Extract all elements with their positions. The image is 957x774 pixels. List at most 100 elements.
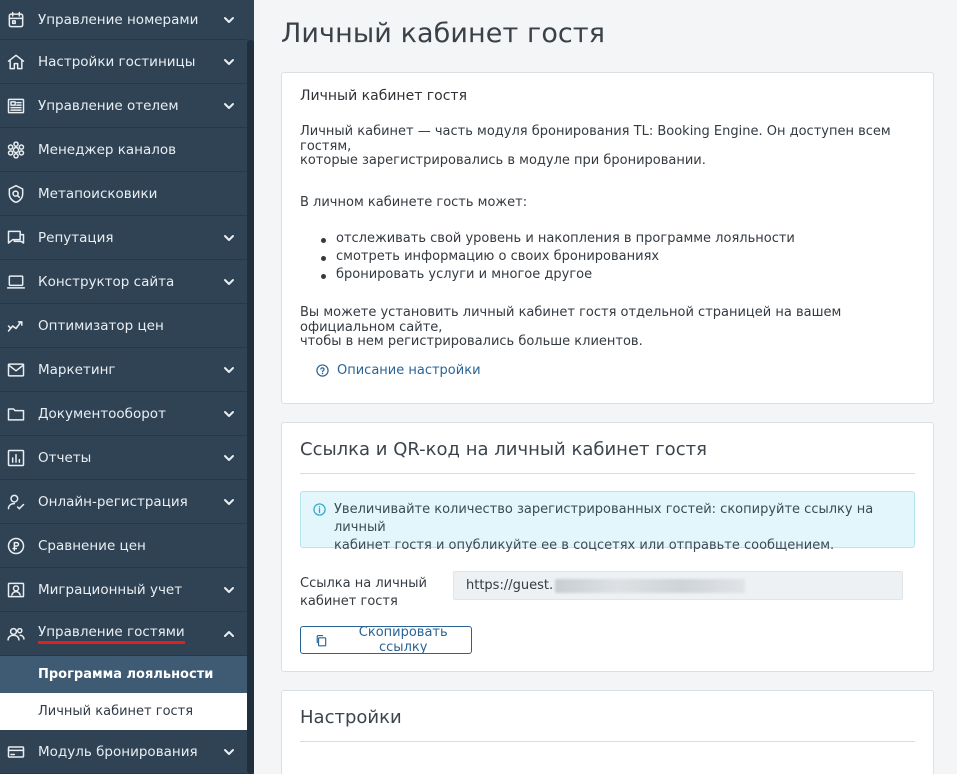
copy-link-button-label: Скопировать ссылку (358, 625, 448, 655)
sidebar-item-price-optimizer[interactable]: Оптимизатор цен (0, 304, 247, 348)
info-alert: Увеличивайте количество зарегистрированн… (300, 491, 915, 553)
sidebar-item-booking-module[interactable]: Модуль бронирования (0, 730, 247, 774)
chevron-down-icon (223, 364, 235, 376)
chevron-down-icon (223, 276, 235, 288)
chevron-up-icon (223, 628, 235, 640)
sidebar-scrollbar[interactable] (247, 40, 254, 774)
sidebar-item-hotel-settings[interactable]: Настройки гостиницы (0, 40, 247, 84)
page-title: Личный кабинет гостя (281, 18, 606, 49)
link-qr-card-title: Ссылка и QR-код на личный кабинет гостя (300, 439, 707, 460)
sidebar-item-guest-management[interactable]: Управление гостями (0, 612, 247, 656)
sidebar-item-marketing[interactable]: Маркетинг (0, 348, 247, 392)
bar-chart-icon (5, 447, 27, 469)
user-check-icon (5, 491, 27, 513)
sidebar-item-metasearch[interactable]: Метапоисковики (0, 172, 247, 216)
sidebar-item-label: Менеджер каналов (38, 141, 177, 158)
info-circle-icon (313, 503, 326, 516)
chevron-down-icon (223, 496, 235, 508)
sidebar-item-hotel-management[interactable]: Управление отелем (0, 84, 247, 128)
question-circle-icon (316, 364, 329, 377)
info-alert-line-1: Увеличивайте количество зарегистрированн… (334, 502, 874, 535)
sidebar-item-documents[interactable]: Документооборот (0, 392, 247, 436)
setup-description-link-label: Описание настройки (337, 363, 481, 378)
chevron-down-icon (223, 232, 235, 244)
divider (300, 741, 915, 742)
intro-paragraph-3-line-1: Вы можете установить личный кабинет гост… (300, 305, 842, 335)
intro-card: Личный кабинет гостя Личный кабинет — ча… (281, 72, 934, 404)
chevron-down-icon (223, 746, 235, 758)
trend-icon (5, 315, 27, 337)
sidebar-item-rooms[interactable]: Управление номерами (0, 0, 247, 40)
info-alert-text: Увеличивайте количество зарегистрированн… (334, 501, 904, 555)
home-icon (5, 51, 27, 73)
search-shield-icon (5, 183, 27, 205)
chevron-down-icon (223, 584, 235, 596)
sidebar-item-label: Документооборот (38, 405, 166, 422)
sidebar-item-migration[interactable]: Миграционный учет (0, 568, 247, 612)
price-compare-icon (5, 535, 27, 557)
sidebar-item-label: Оптимизатор цен (38, 317, 164, 334)
intro-paragraph-2: В личном кабинете гость может: (300, 195, 528, 210)
sidebar-item-label: Управление номерами (38, 11, 199, 28)
mail-icon (5, 359, 27, 381)
divider (300, 473, 915, 474)
sidebar-subitem-guest-cabinet[interactable]: Личный кабинет гостя (0, 693, 247, 730)
setup-description-link[interactable]: Описание настройки (316, 363, 481, 378)
laptop-icon (5, 271, 27, 293)
intro-card-title: Личный кабинет гостя (300, 88, 467, 104)
sidebar-item-reputation[interactable]: Репутация (0, 216, 247, 260)
chevron-down-icon (223, 452, 235, 464)
sidebar: Управление номерами Настройки гостиницы … (0, 0, 254, 774)
features-list: отслеживать свой уровень и накопления в … (321, 231, 795, 285)
info-alert-line-2: кабинет гостя и опубликуйте ее в соцсетя… (334, 538, 835, 553)
settings-card: Настройки (281, 690, 934, 774)
intro-paragraph-3-line-2: чтобы в нем регистрировались больше клие… (300, 334, 643, 349)
sidebar-item-label: Настройки гостиницы (38, 53, 196, 70)
sidebar-item-label: Репутация (38, 229, 114, 246)
sidebar-item-label: Миграционный учет (38, 581, 183, 598)
sidebar-item-label: Управление гостями (38, 624, 185, 644)
sidebar-item-site-builder[interactable]: Конструктор сайта (0, 260, 247, 304)
sidebar-item-price-compare[interactable]: Сравнение цен (0, 524, 247, 568)
guest-link-value: https://guest. (466, 578, 554, 593)
guest-link-label: Ссылка на личный кабинет гостя (300, 575, 440, 611)
users-icon (5, 623, 27, 645)
sidebar-item-label: Модуль бронирования (38, 743, 198, 760)
card-icon (5, 741, 27, 763)
calendar-icon (5, 9, 27, 31)
guest-link-label-line-2: кабинет гостя (300, 594, 398, 609)
settings-card-title: Настройки (300, 707, 402, 728)
sidebar-item-label: Онлайн-регистрация (38, 493, 188, 510)
sidebar-item-label: Сравнение цен (38, 537, 146, 554)
copy-link-button[interactable]: Скопировать ссылку (300, 625, 472, 655)
chevron-down-icon (223, 100, 235, 112)
main-content: Личный кабинет гостя Личный кабинет гост… (254, 0, 957, 774)
sidebar-item-label: Управление отелем (38, 97, 179, 114)
sidebar-item-label: Конструктор сайта (38, 273, 175, 290)
intro-paragraph-1-line-2: которые зарегистрировались в модуле при … (300, 153, 706, 168)
id-card-icon (5, 579, 27, 601)
sidebar-item-channel-manager[interactable]: Менеджер каналов (0, 128, 247, 172)
chat-icon (5, 227, 27, 249)
copy-icon (316, 634, 327, 646)
folder-icon (5, 403, 27, 425)
sidebar-nav: Управление номерами Настройки гостиницы … (0, 0, 247, 774)
list-item: смотреть информацию о своих бронирования… (321, 249, 795, 267)
sidebar-item-reports[interactable]: Отчеты (0, 436, 247, 480)
sidebar-item-label: Отчеты (38, 449, 92, 466)
list-item: отслеживать свой уровень и накопления в … (321, 231, 795, 249)
sidebar-item-online-registration[interactable]: Онлайн-регистрация (0, 480, 247, 524)
chevron-down-icon (223, 408, 235, 420)
channels-icon (5, 139, 27, 161)
redacted-url-blur (555, 578, 746, 593)
sidebar-item-label: Метапоисковики (38, 185, 158, 202)
intro-paragraph-1-line-1: Личный кабинет — часть модуля бронирован… (300, 124, 891, 154)
guest-link-field[interactable]: https://guest. (453, 571, 903, 600)
chevron-down-icon (223, 56, 235, 68)
guest-link-label-line-1: Ссылка на личный (300, 576, 427, 591)
chevron-down-icon (223, 14, 235, 26)
dashboard-icon (5, 95, 27, 117)
sidebar-subitem-loyalty[interactable]: Программа лояльности (0, 656, 247, 693)
sidebar-item-label: Маркетинг (38, 361, 116, 378)
link-qr-card: Ссылка и QR-код на личный кабинет гостя … (281, 422, 934, 672)
